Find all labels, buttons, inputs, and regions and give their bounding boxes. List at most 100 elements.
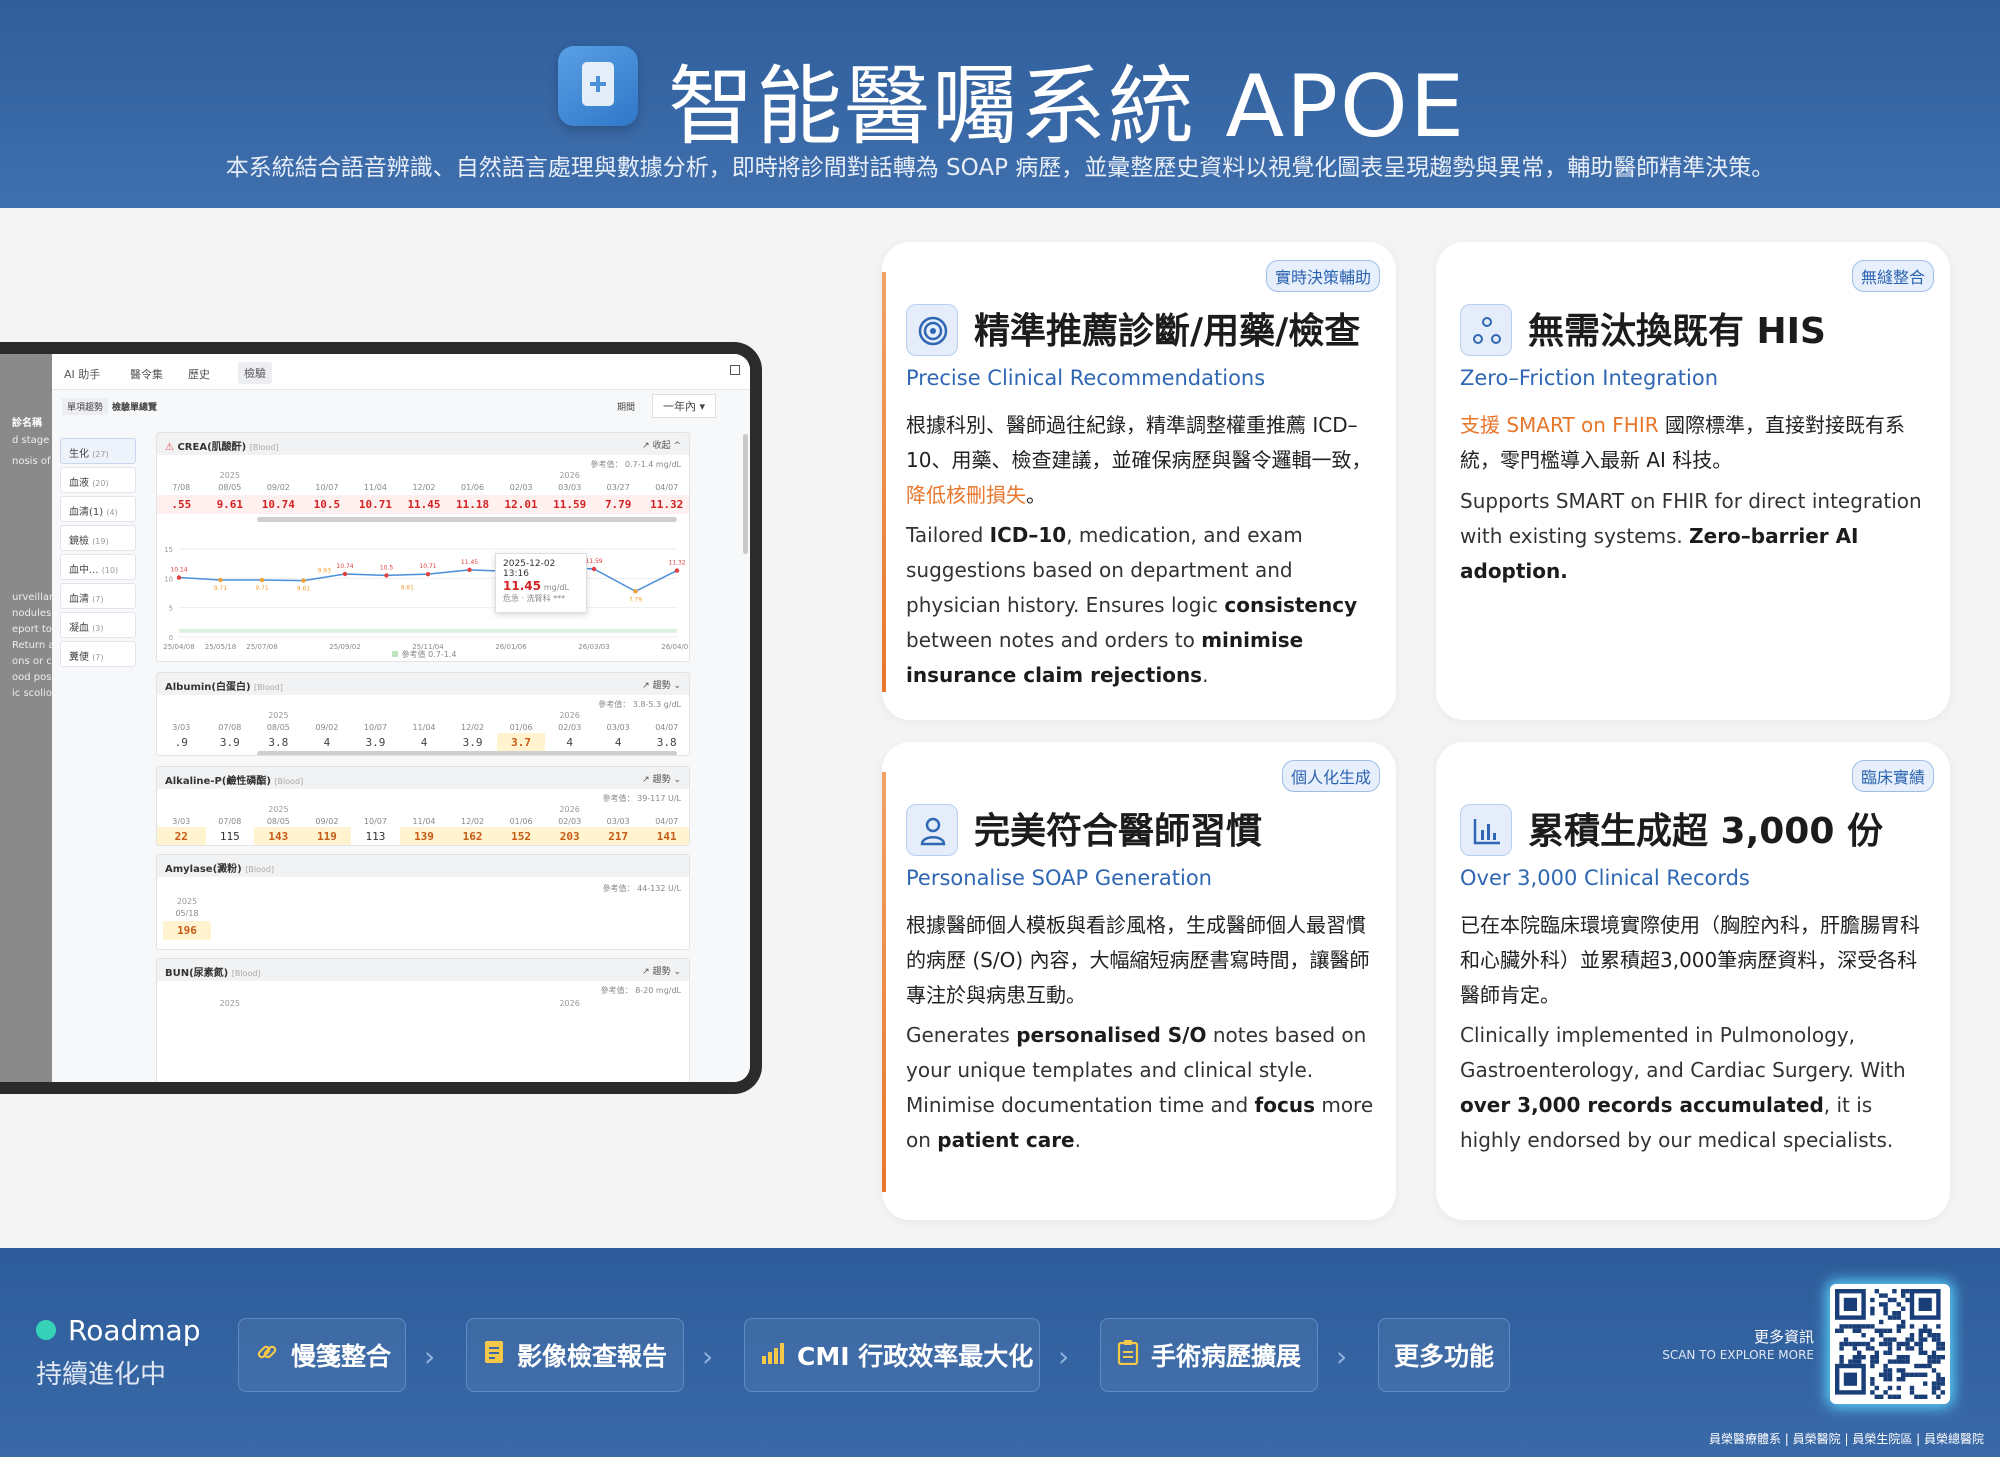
value-cell[interactable]: 141 — [642, 827, 689, 845]
horizontal-scrollbar[interactable] — [257, 751, 677, 755]
qr-module — [1857, 1350, 1862, 1355]
roadmap-item-surgery[interactable]: 手術病歷擴展 — [1100, 1318, 1318, 1392]
value-cell[interactable]: 4 — [400, 733, 449, 752]
collapse-label: 收起 — [652, 441, 671, 451]
lab-specimen: [Blood] — [245, 865, 275, 874]
panel-toggle-icon[interactable] — [730, 365, 740, 375]
page-title: 智能醫囑系統 APOE — [668, 57, 1467, 157]
value-cell[interactable]: 217 — [593, 827, 643, 845]
qr-code[interactable] — [1830, 1284, 1950, 1404]
category-item[interactable]: 血中... (10) — [60, 554, 136, 580]
chevron-right-icon: › — [1058, 1340, 1070, 1373]
y-tick-label: 5 — [169, 605, 173, 613]
roadmap-item-imaging[interactable]: 影像檢查報告 — [466, 1318, 684, 1392]
value-cell[interactable]: 152 — [496, 827, 546, 845]
value-cell[interactable]: 12.01 — [496, 495, 546, 514]
trend-button[interactable]: ↗ 趨勢 ⌄ — [642, 678, 681, 691]
chevron-right-icon: › — [424, 1340, 436, 1373]
value-cell[interactable]: 10.74 — [254, 495, 303, 514]
tab-lab[interactable]: 檢驗 — [238, 362, 272, 384]
tab-order-set[interactable]: 醫令集 — [130, 366, 163, 382]
value-cell[interactable]: 11.45 — [399, 495, 449, 514]
qr-module — [1852, 1328, 1857, 1333]
range-select[interactable]: 一年內 ▾ — [652, 394, 717, 418]
legend-label: 參考值 0.7-1.4 — [401, 650, 457, 659]
roadmap-item-cmi[interactable]: CMI 行政效率最大化 — [744, 1318, 1040, 1392]
value-cell[interactable]: 22 — [157, 827, 206, 845]
value-cell[interactable]: 3.9 — [206, 733, 255, 752]
card-badge: 無縫整合 — [1851, 260, 1934, 292]
value-cell[interactable]: 3.8 — [254, 733, 303, 752]
value-cell[interactable]: .9 — [157, 733, 206, 752]
lab-panel-amylase: Amylase(澱粉) [Blood] 參考值： 44-132 U/L 2025… — [156, 854, 690, 950]
tab-ai-assistant[interactable]: AI 助手 — [64, 366, 100, 382]
subtab-overview[interactable]: 檢驗單總覽 — [112, 400, 157, 413]
text-segment: Generates — [906, 1023, 1017, 1047]
qr-module — [1861, 1333, 1866, 1338]
category-item[interactable]: 血液 (20) — [60, 467, 136, 493]
category-item[interactable]: 血清 (7) — [60, 583, 136, 609]
value-cell[interactable]: 119 — [302, 827, 352, 845]
qr-module — [1901, 1377, 1906, 1382]
value-cell[interactable]: 3.8 — [642, 733, 689, 752]
category-label: 生化 — [69, 449, 89, 460]
value-cell[interactable]: 115 — [205, 827, 255, 845]
value-cell[interactable]: 4 — [594, 733, 643, 752]
qr-module — [1923, 1350, 1928, 1355]
subtab-single-trend[interactable]: 單項趨勢 — [62, 398, 109, 415]
collapse-button[interactable]: ↗ 收起 ^ — [642, 438, 681, 451]
category-item[interactable]: 生化 (27) — [60, 438, 136, 464]
trend-button[interactable]: ↗ 趨勢 ⌄ — [642, 772, 681, 785]
qr-module — [1892, 1315, 1897, 1320]
trend-button[interactable]: ↗ 趨勢 ⌄ — [642, 964, 681, 977]
qr-module — [1931, 1385, 1937, 1391]
qr-module — [1892, 1297, 1897, 1303]
value-cell[interactable]: 11.59 — [545, 495, 594, 514]
y-tick-label: 10 — [164, 575, 173, 583]
value-cell[interactable]: 4 — [303, 733, 352, 752]
qr-module — [1936, 1372, 1941, 1377]
date-cell: 02/03 — [509, 483, 533, 492]
value-cell[interactable]: 3.9 — [448, 733, 497, 752]
category-item[interactable]: 血清(1) (4) — [60, 496, 136, 522]
panel-header: Alkaline-P(鹼性磷酯) [Blood] ↗ 趨勢 ⌄ — [157, 767, 689, 789]
value-cell[interactable]: 10.5 — [302, 495, 352, 514]
vertical-scrollbar[interactable] — [743, 434, 748, 554]
value-cell[interactable]: 3.7 — [496, 733, 546, 752]
qr-module — [1927, 1333, 1932, 1338]
value-cell[interactable]: 203 — [545, 827, 594, 845]
value-cell[interactable]: 113 — [351, 827, 400, 845]
value-cell[interactable]: 11.18 — [448, 495, 497, 514]
tooltip-unit: mg/dL — [543, 583, 569, 592]
header: 智能醫囑系統 APOE 本系統結合語音辨識、自然語言處理與數據分析，即時將診間對… — [0, 0, 2000, 208]
roadmap-item-refill[interactable]: 慢箋整合 — [238, 1318, 406, 1392]
qr-module — [1931, 1355, 1937, 1360]
qr-finder-core — [1918, 1297, 1932, 1311]
value-cell[interactable]: 139 — [399, 827, 449, 845]
qr-module — [1896, 1346, 1901, 1351]
text-segment: . — [1074, 1128, 1081, 1152]
value-cell[interactable]: 9.61 — [205, 495, 255, 514]
category-item[interactable]: 鏡檢 (19) — [60, 525, 136, 551]
range-value: 一年內 — [663, 400, 696, 413]
value-cell[interactable]: .55 — [157, 495, 206, 514]
qr-module — [1931, 1390, 1937, 1395]
value-cell[interactable]: 143 — [254, 827, 303, 845]
reference-range: 參考值： 8-20 mg/dL — [600, 986, 681, 995]
value-cell[interactable]: 196 — [163, 921, 211, 940]
tab-history[interactable]: 歷史 — [188, 366, 210, 382]
year-row: 2025 2026 — [157, 999, 689, 1008]
value-cell[interactable]: 4 — [545, 733, 594, 752]
category-item[interactable]: 凝血 (3) — [60, 612, 136, 638]
roadmap-item-more[interactable]: 更多功能 — [1378, 1318, 1510, 1392]
horizontal-scrollbar[interactable] — [257, 517, 677, 522]
card-subtitle: Over 3,000 Clinical Records — [1460, 866, 1750, 890]
date-cell: 02/03 — [558, 817, 582, 826]
value-cell[interactable]: 10.71 — [351, 495, 400, 514]
text-segment: between notes and orders to — [906, 628, 1202, 652]
value-cell[interactable]: 3.9 — [351, 733, 400, 752]
value-cell[interactable]: 162 — [448, 827, 497, 845]
value-cell[interactable]: 11.32 — [642, 495, 689, 514]
category-item[interactable]: 糞便 (7) — [60, 641, 136, 667]
value-cell[interactable]: 7.79 — [593, 495, 643, 514]
